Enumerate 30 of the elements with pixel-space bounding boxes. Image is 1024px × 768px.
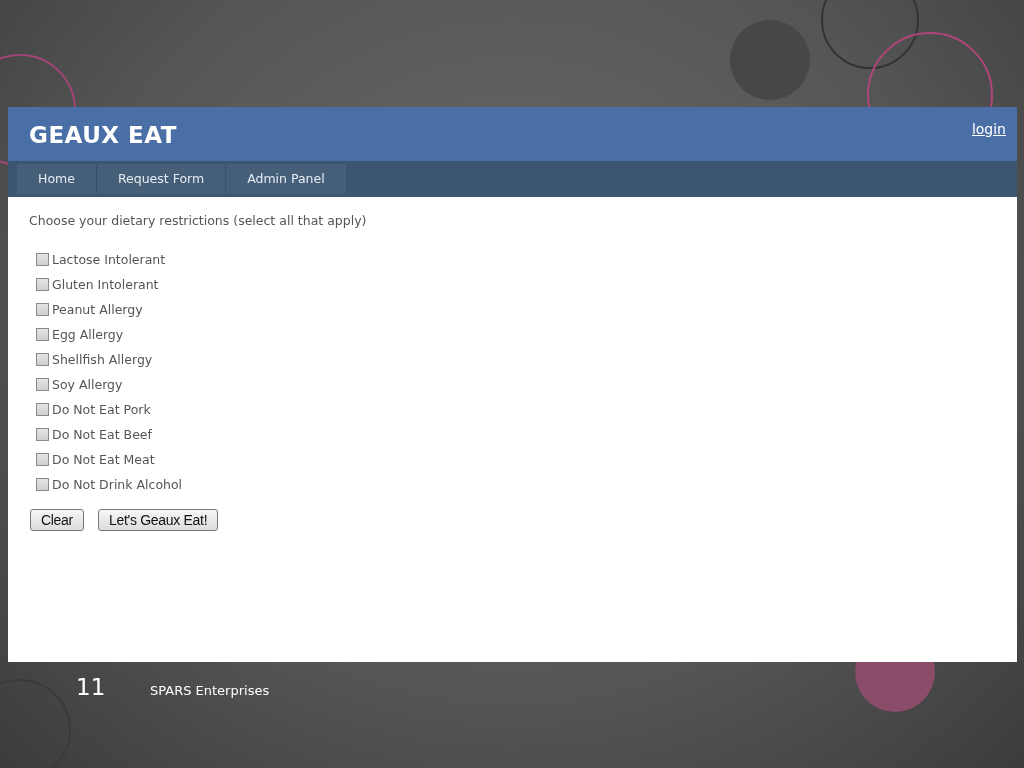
checkbox[interactable] xyxy=(36,302,49,316)
checkbox[interactable] xyxy=(36,477,49,491)
nav-tab[interactable]: Admin Panel xyxy=(226,164,347,194)
checkbox-label: Do Not Drink Alcohol xyxy=(52,476,183,492)
checkbox-label: Lactose Intolerant xyxy=(52,251,166,267)
checkbox-label: Gluten Intolerant xyxy=(52,276,159,292)
footer-text: SPARS Enterprises xyxy=(150,683,270,698)
checkbox-label: Soy Allergy xyxy=(52,376,123,392)
checkbox[interactable] xyxy=(36,427,49,441)
site-title: GEAUX EAT xyxy=(29,122,177,148)
form-prompt: Choose your dietary restrictions (select all that apply) xyxy=(29,213,368,228)
submit-button[interactable]: Let's Geaux Eat! xyxy=(97,509,219,531)
checkbox[interactable] xyxy=(36,352,49,366)
checkbox[interactable] xyxy=(36,377,49,391)
login-link[interactable]: login xyxy=(971,121,1006,137)
checkbox-label: Do Not Eat Beef xyxy=(52,426,152,442)
nav-tab[interactable]: Home xyxy=(17,164,97,194)
checkbox-label: Do Not Eat Pork xyxy=(52,401,151,417)
checkbox-label: Do Not Eat Meat xyxy=(52,451,155,467)
checkbox[interactable] xyxy=(36,277,49,291)
checkbox[interactable] xyxy=(36,452,49,466)
slide-number: 11 xyxy=(76,674,107,700)
checkbox[interactable] xyxy=(36,402,49,416)
checkbox[interactable] xyxy=(36,252,49,266)
checkbox-label: Egg Allergy xyxy=(52,326,124,342)
clear-button[interactable]: Clear xyxy=(30,509,84,531)
checkbox[interactable] xyxy=(36,327,49,341)
nav-tab[interactable]: Request Form xyxy=(96,164,227,194)
checkbox-label: Shellfish Allergy xyxy=(52,351,153,367)
checkbox-label: Peanut Allergy xyxy=(52,301,143,317)
